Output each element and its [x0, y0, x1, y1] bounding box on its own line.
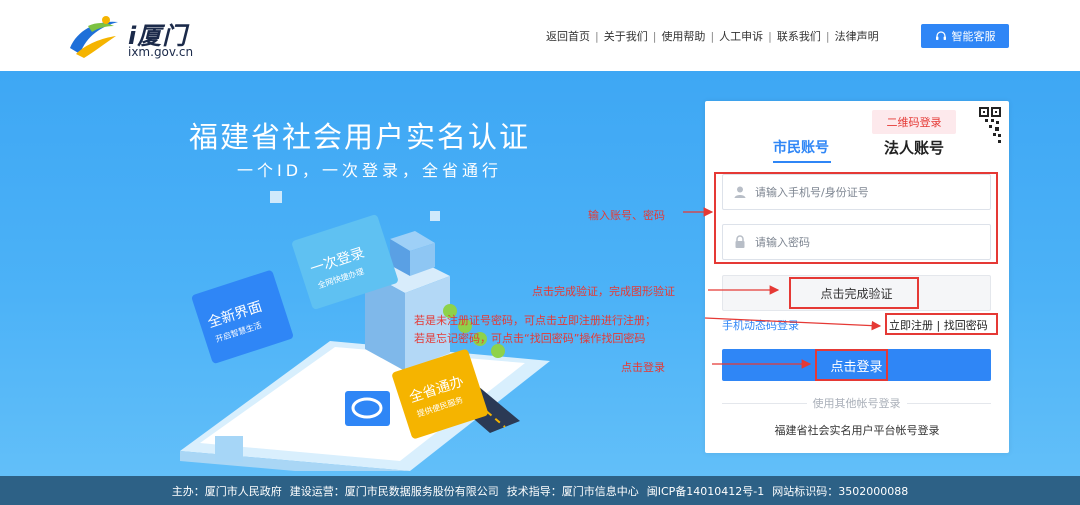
nav-contact-link[interactable]: 联系我们 [777, 28, 821, 44]
annotation-box-login [815, 349, 888, 381]
active-tab-underline [773, 161, 831, 163]
annotation-account-note: 输入账号、密码 [588, 209, 665, 222]
tab-legal-account[interactable]: 法人账号 [884, 137, 944, 158]
annotation-box-verify [789, 277, 919, 309]
annotation-verify-note: 点击完成验证，完成图形验证 [532, 285, 675, 298]
nav-separator: | [652, 29, 657, 43]
smart-service-label: 智能客服 [951, 30, 996, 43]
nav-separator: | [825, 29, 830, 43]
annotation-box-credentials [714, 172, 998, 264]
annotation-register-note-1: 若是未注册证号密码，可点击立即注册进行注册； [414, 314, 656, 327]
nav-legal-link[interactable]: 法律声明 [835, 28, 879, 44]
footer-operator: 建设运营：厦门市民数据服务股份有限公司 [289, 484, 499, 498]
nav-about-link[interactable]: 关于我们 [604, 28, 648, 44]
qr-code-icon[interactable] [963, 105, 1003, 145]
smart-service-button[interactable]: 智能客服 [921, 24, 1009, 48]
annotation-login-note: 点击登录 [621, 361, 665, 374]
annotation-box-register [885, 313, 998, 335]
qr-login-tip[interactable]: 二维码登录 [872, 110, 956, 134]
other-accounts-divider: 使用其他帐号登录 [722, 396, 991, 410]
divider-line [722, 402, 807, 404]
nav-appeal-link[interactable]: 人工申诉 [719, 28, 763, 44]
nav-separator: | [595, 29, 599, 43]
hero-title: 福建省社会用户实名认证 [189, 120, 531, 154]
top-nav: 返回首页 | 关于我们 | 使用帮助 | 人工申诉 | 联系我们 | 法律声明 [546, 26, 879, 46]
footer-sponsor: 主办：厦门市人民政府 [171, 484, 282, 498]
nav-home-link[interactable]: 返回首页 [546, 28, 590, 44]
platform-login-link[interactable]: 福建省社会实名用户平台帐号登录 [705, 422, 1009, 438]
site-logo[interactable]: i厦门 ixm.gov.cn [66, 12, 216, 62]
footer-icp[interactable]: 闽ICP备14010412号-1 [647, 483, 765, 499]
annotation-register-note-2: 若是忘记密码，可点击“找回密码”操作找回密码 [414, 332, 646, 345]
divider-line [906, 402, 991, 404]
nav-separator: | [710, 29, 715, 43]
logo-swoosh-icon [70, 16, 118, 58]
headset-icon [935, 31, 946, 40]
sms-login-link[interactable]: 手机动态码登录 [722, 317, 799, 333]
footer-tech: 技术指导：厦门市信息中心 [506, 484, 639, 498]
nav-help-link[interactable]: 使用帮助 [661, 28, 705, 44]
tab-citizen-account[interactable]: 市民账号 [773, 137, 829, 157]
site-header: i厦门 ixm.gov.cn 返回首页 | 关于我们 | 使用帮助 | 人工申诉… [0, 0, 1080, 71]
footer-site-code: 网站标识码：3502000088 [772, 484, 909, 498]
site-footer: 主办：厦门市人民政府 建设运营：厦门市民数据服务股份有限公司 技术指导：厦门市信… [0, 476, 1080, 505]
other-accounts-label: 使用其他帐号登录 [812, 397, 901, 410]
hero-subtitle: 一个ID，一次登录，全省通行 [237, 161, 503, 180]
logo-domain: ixm.gov.cn [128, 45, 194, 59]
nav-separator: | [768, 29, 772, 43]
